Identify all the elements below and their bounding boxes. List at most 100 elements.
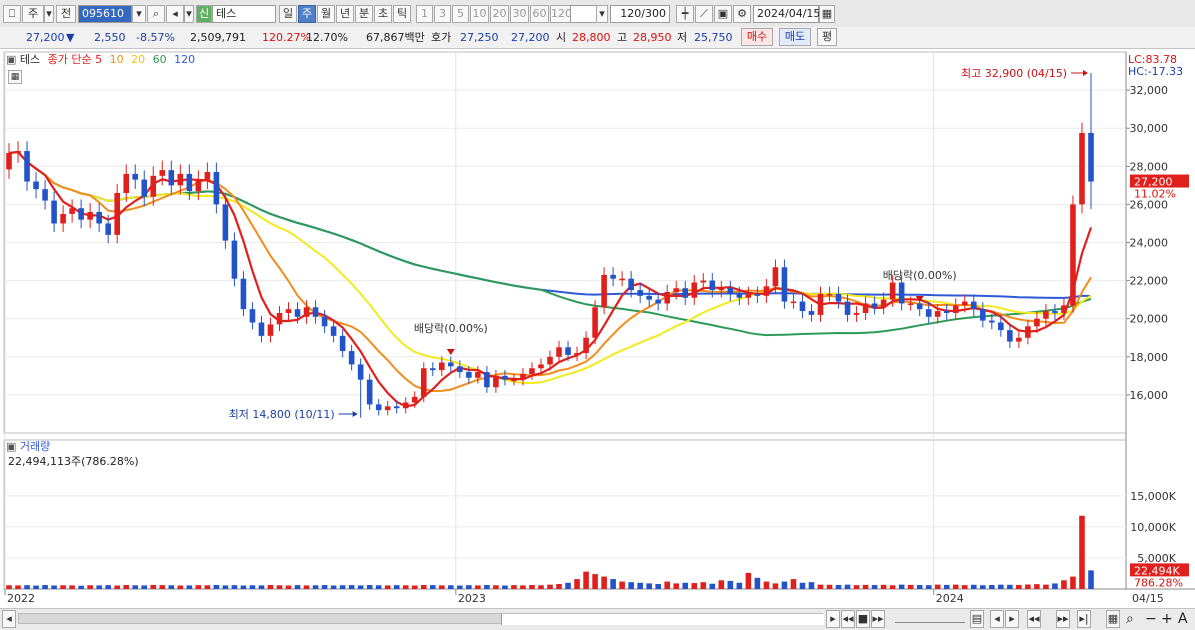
prev-view-icon[interactable]: ◂◂ <box>1027 610 1041 628</box>
step-right-icon[interactable]: ▸ <box>1005 610 1019 628</box>
stop-icon[interactable]: ■ <box>856 610 870 628</box>
volume-bar <box>42 585 48 589</box>
average-button[interactable]: 평 <box>817 28 837 46</box>
dividend-annotation-1: 배당락(0.00%) <box>414 322 488 335</box>
volume-bar <box>736 582 743 589</box>
high-label: 고 <box>617 31 628 44</box>
period-tab-6[interactable]: 틱 <box>393 5 411 23</box>
market-select[interactable]: 주 <box>22 5 44 23</box>
volume-bar <box>105 585 111 589</box>
scroll-right-icon[interactable]: ▸ <box>826 610 840 628</box>
period-tab-3[interactable]: 년 <box>336 5 354 23</box>
menu-icon[interactable]: ⎕ <box>3 5 21 23</box>
interval-button-30[interactable]: 30 <box>510 5 529 23</box>
chart-type-icon[interactable]: ┿ <box>676 5 694 23</box>
high-price: 28,950 <box>633 31 672 44</box>
scroll-thumb[interactable] <box>501 614 824 625</box>
candle-body <box>637 290 643 296</box>
volume-bar <box>862 584 869 589</box>
volume-bar <box>448 585 454 589</box>
legend-ma60: 60 <box>152 53 167 66</box>
dividend-marker-1 <box>446 349 455 355</box>
volume-bar <box>943 584 950 589</box>
scroll-left-icon[interactable]: ◂ <box>2 610 16 628</box>
candle-body <box>24 151 30 182</box>
dividend-marker-2 <box>915 296 924 302</box>
candle-body <box>303 307 310 317</box>
interval-button-60[interactable]: 60 <box>530 5 549 23</box>
candle-body <box>998 322 1004 331</box>
speaker-icon[interactable]: ◂ <box>166 5 184 23</box>
layout-icon[interactable]: ▦ <box>1106 610 1120 628</box>
zoom-in-icon[interactable]: + <box>1161 609 1173 629</box>
volume-bar <box>799 582 806 589</box>
zoom-slider[interactable] <box>895 614 965 623</box>
candle-body <box>475 372 481 378</box>
end-icon[interactable]: ▸| <box>1077 610 1091 628</box>
count-field[interactable]: 120/300 <box>610 5 670 23</box>
stock-code-input[interactable]: 095610 <box>78 5 132 23</box>
interval-button-10[interactable]: 10 <box>470 5 489 23</box>
candle-body <box>619 278 625 281</box>
period-tab-0[interactable]: 일 <box>279 5 297 23</box>
interval-button-20[interactable]: 20 <box>490 5 509 23</box>
volume-bar <box>493 585 499 589</box>
sell-button[interactable]: 매도 <box>779 28 811 46</box>
volume-bar <box>258 585 265 589</box>
candle-body <box>466 372 472 378</box>
volume-bar <box>466 585 472 589</box>
low-annotation: 최저 14,800 (10/11) <box>229 408 335 421</box>
date-input[interactable]: 2024/04/15 <box>753 5 820 23</box>
last-page-icon[interactable]: ▸▸ <box>871 610 885 628</box>
candle-body <box>970 301 977 310</box>
period-tab-2[interactable]: 월 <box>317 5 335 23</box>
buy-button[interactable]: 매수 <box>741 28 773 46</box>
scroll-track[interactable] <box>18 613 824 625</box>
candles <box>6 72 1094 418</box>
period-tab-1[interactable]: 주 <box>298 5 316 23</box>
volume-bar <box>177 585 184 589</box>
gear-icon[interactable]: ⚙ <box>733 5 751 23</box>
volume-bar <box>366 585 373 589</box>
speaker-dropdown-icon[interactable]: ▾ <box>184 5 194 23</box>
stock-name-field[interactable]: 테스 <box>212 5 276 23</box>
interval-button-3[interactable]: 3 <box>434 5 451 23</box>
step-left-icon[interactable]: ◂ <box>990 610 1004 628</box>
zoom-icon[interactable]: ▤ <box>970 610 984 628</box>
zoom-search-icon[interactable]: ⌕ <box>1126 609 1134 629</box>
volume-bar <box>132 585 139 589</box>
period-tab-5[interactable]: 초 <box>374 5 392 23</box>
prev-button[interactable]: 전 <box>56 5 76 23</box>
interval-button-1[interactable]: 1 <box>416 5 433 23</box>
candle-body <box>348 351 355 365</box>
volume-bar <box>475 585 481 589</box>
first-page-icon[interactable]: ◂◂ <box>841 610 855 628</box>
interval-dropdown-icon[interactable]: ▾ <box>596 5 608 23</box>
search-icon[interactable]: ⌕ <box>147 5 165 23</box>
volume-bar <box>511 585 517 589</box>
zoom-out-icon[interactable]: − <box>1145 609 1157 629</box>
volume-bar <box>565 582 571 589</box>
candle-body <box>177 173 184 186</box>
high-arrowhead <box>1083 70 1088 76</box>
chevron-down-icon[interactable]: ▾ <box>44 5 54 23</box>
candle-body <box>384 406 391 411</box>
candle-body <box>952 305 959 313</box>
candle-body <box>285 309 292 313</box>
save-icon[interactable]: ▣ <box>714 5 732 23</box>
text-tool-icon[interactable]: A <box>1178 609 1188 629</box>
candle-body <box>105 223 111 235</box>
interval-button-120[interactable]: 120 <box>550 5 572 23</box>
candle-body <box>312 307 319 317</box>
interval-button-5[interactable]: 5 <box>452 5 469 23</box>
code-dropdown-icon[interactable]: ▾ <box>132 5 146 23</box>
candle-body <box>123 173 130 193</box>
volume-bar <box>835 584 842 589</box>
grid-toggle-icon[interactable]: ▦ <box>8 70 22 84</box>
period-tab-4[interactable]: 분 <box>355 5 373 23</box>
draw-tool-icon[interactable]: ⟋ <box>695 5 713 23</box>
next-view-icon[interactable]: ▸▸ <box>1056 610 1070 628</box>
volume-bar <box>303 585 310 589</box>
candle-body <box>547 356 553 365</box>
calendar-icon[interactable]: ▦ <box>819 5 835 23</box>
